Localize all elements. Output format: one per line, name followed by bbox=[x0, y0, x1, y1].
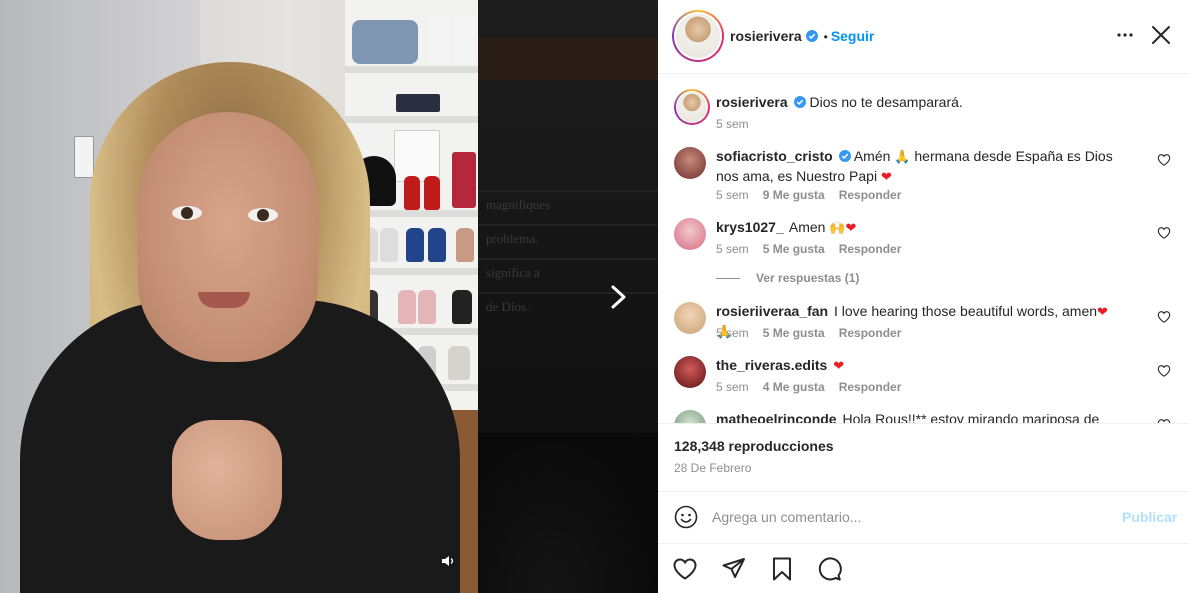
avatar[interactable] bbox=[674, 410, 706, 423]
verified-icon bbox=[805, 30, 818, 42]
comment-time: 5 sem bbox=[716, 242, 749, 256]
comment-username[interactable]: sofiacristo_cristo bbox=[716, 148, 833, 164]
comment-username[interactable]: rosieriiveraa_fan bbox=[716, 303, 828, 319]
share-icon[interactable] bbox=[721, 556, 747, 582]
comment-text: I love hearing those beautiful words, am… bbox=[833, 303, 1098, 319]
comment-time: 5 sem bbox=[716, 188, 749, 202]
avatar[interactable] bbox=[674, 302, 706, 334]
comment-time: 5 sem bbox=[716, 380, 749, 394]
comment-time: 5 sem bbox=[716, 326, 749, 340]
avatar[interactable] bbox=[674, 356, 706, 388]
more-icon[interactable] bbox=[1116, 26, 1134, 44]
post-panel: rosierivera • Seguir rosierivera Dios no t… bbox=[658, 0, 1189, 593]
comment-likes[interactable]: 5 Me gusta bbox=[763, 326, 825, 340]
comment-item: sofiacristo_cristo Amén 🙏 hermana desde … bbox=[674, 147, 1174, 202]
person-hand bbox=[172, 420, 282, 540]
comment-item: matheoelrinconde Hola Rous!!** estoy mir… bbox=[674, 410, 1174, 423]
view-replies-button[interactable]: Ver respuestas (1) bbox=[716, 271, 859, 285]
avatar[interactable] bbox=[674, 147, 706, 179]
reply-button[interactable]: Responder bbox=[839, 380, 902, 394]
close-icon[interactable] bbox=[1150, 24, 1172, 46]
red-heart-icon: ❤ bbox=[845, 221, 857, 236]
post-username[interactable]: rosierivera bbox=[730, 28, 802, 44]
background-text: magnifiques bbox=[486, 197, 551, 212]
comments-list[interactable]: rosierivera Dios no te desamparará. 5 se… bbox=[658, 75, 1189, 423]
volume-icon[interactable] bbox=[440, 553, 456, 569]
reply-button[interactable]: Responder bbox=[839, 242, 902, 256]
media-area: magnifiques problema. significa a de Dio… bbox=[0, 0, 658, 593]
publish-button[interactable]: Publicar bbox=[1122, 509, 1177, 525]
heart-icon[interactable] bbox=[1157, 226, 1171, 240]
view-count[interactable]: 128,348 reproducciones bbox=[674, 438, 834, 454]
heart-icon[interactable] bbox=[1157, 310, 1171, 324]
comment-likes[interactable]: 5 Me gusta bbox=[763, 242, 825, 256]
video-player[interactable] bbox=[0, 0, 478, 593]
comment-text: Amen bbox=[788, 219, 826, 235]
follow-button[interactable]: Seguir bbox=[831, 28, 875, 44]
background-text: problema. bbox=[486, 231, 539, 246]
verified-icon bbox=[793, 96, 806, 108]
comment-item: rosieriiveraa_fan I love hearing those b… bbox=[674, 302, 1174, 342]
smile-icon[interactable] bbox=[674, 505, 698, 529]
post-stats: 128,348 reproducciones 28 De Febrero bbox=[658, 423, 1189, 491]
caption-time: 5 sem bbox=[716, 117, 749, 131]
post-header: rosierivera • Seguir bbox=[658, 0, 1189, 74]
chevron-right-icon[interactable] bbox=[608, 284, 630, 310]
verified-icon bbox=[838, 150, 851, 162]
reply-button[interactable]: Responder bbox=[839, 188, 902, 202]
add-comment-bar: Publicar bbox=[658, 491, 1189, 543]
comment-username[interactable]: the_riveras.edits bbox=[716, 357, 827, 373]
praying-hands-icon: 🙏 bbox=[894, 150, 911, 165]
reply-button[interactable]: Responder bbox=[839, 326, 902, 340]
bookmark-icon[interactable] bbox=[769, 556, 795, 582]
background-text: significa a bbox=[486, 265, 540, 280]
red-heart-icon: ❤ bbox=[833, 359, 845, 374]
caption-username[interactable]: rosierivera bbox=[716, 94, 788, 110]
caption: rosierivera Dios no te desamparará. 5 se… bbox=[674, 89, 1174, 133]
comment-input[interactable] bbox=[712, 505, 1092, 529]
red-heart-icon: ❤ bbox=[1097, 305, 1108, 320]
comment-item: the_riveras.edits ❤ 5 sem 4 Me gusta Respo… bbox=[674, 356, 1174, 396]
heart-icon[interactable] bbox=[1157, 364, 1171, 378]
separator-dot: • bbox=[823, 30, 828, 44]
person-face bbox=[138, 112, 318, 362]
avatar[interactable] bbox=[674, 218, 706, 250]
red-heart-icon: ❤ bbox=[880, 170, 892, 185]
background-page bbox=[478, 0, 658, 593]
caption-text: Dios no te desamparará. bbox=[809, 94, 963, 110]
action-bar bbox=[658, 543, 1189, 593]
comment-text: Amén bbox=[853, 148, 891, 164]
avatar[interactable] bbox=[672, 10, 724, 62]
post-date: 28 De Febrero bbox=[674, 461, 752, 475]
heart-icon[interactable] bbox=[1157, 153, 1171, 167]
avatar[interactable] bbox=[674, 89, 710, 125]
comment-username[interactable]: krys1027_ bbox=[716, 219, 784, 235]
comment-icon[interactable] bbox=[817, 556, 843, 582]
background-text: de Dios. bbox=[486, 299, 530, 314]
comment-item: krys1027_ Amen 🙌❤ 5 sem 5 Me gusta Respond… bbox=[674, 218, 1174, 258]
raising-hands-icon: 🙌 bbox=[829, 221, 846, 236]
comment-username[interactable]: matheoelrinconde bbox=[716, 411, 837, 423]
comment-likes[interactable]: 4 Me gusta bbox=[763, 380, 825, 394]
comment-likes[interactable]: 9 Me gusta bbox=[763, 188, 825, 202]
comment-text: Hola Rous!!** estoy mirando mariposa de bbox=[842, 411, 1100, 423]
heart-icon[interactable] bbox=[672, 556, 698, 582]
